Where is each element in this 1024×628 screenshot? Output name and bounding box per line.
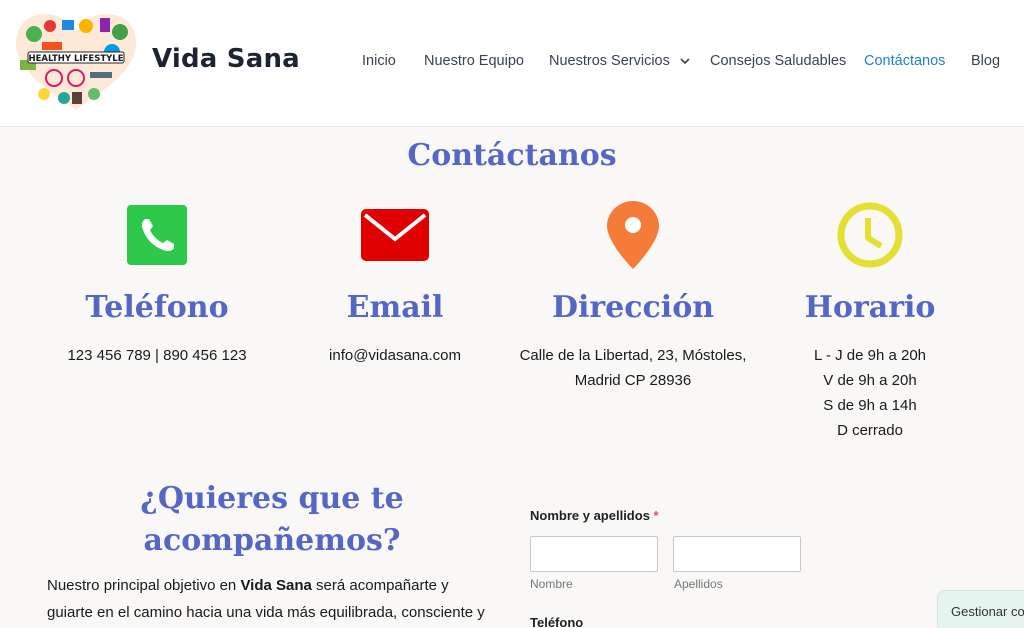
- info-address-line: Madrid CP 28936: [574, 372, 692, 389]
- cta-title: ¿Quieres que te acompañemos?: [60, 478, 484, 562]
- info-address-line: Calle de la Libertad, 23, Móstoles,: [519, 347, 747, 364]
- name-field-label: Nombre y apellidos *: [530, 508, 659, 523]
- phone-field-label: Teléfono: [530, 615, 584, 628]
- info-address-title: Dirección: [551, 290, 715, 325]
- info-email: Email info@vidasana.com: [275, 200, 515, 368]
- info-email-title: Email: [346, 290, 444, 325]
- nav-item-nuestros-servicios-label: Nuestros Servicios: [549, 53, 670, 69]
- cta-text-before: Nuestro principal objetivo en: [47, 577, 241, 594]
- required-mark: *: [653, 508, 659, 523]
- info-hours-line: S de 9h a 14h: [823, 397, 917, 414]
- nav-item-contactanos[interactable]: Contáctanos: [864, 53, 945, 69]
- info-email-line[interactable]: info@vidasana.com: [275, 343, 515, 368]
- info-phone-title: Teléfono: [85, 290, 229, 325]
- last-name-input[interactable]: [673, 536, 801, 572]
- cta-title-line: acompañemos?: [143, 523, 401, 558]
- name-field-label-text: Nombre y apellidos: [530, 508, 650, 523]
- nav-item-consejos-saludables[interactable]: Consejos Saludables: [710, 53, 846, 69]
- cta-title-line: ¿Quieres que te: [140, 481, 404, 516]
- info-hours-line: V de 9h a 20h: [823, 372, 917, 389]
- nav-item-blog[interactable]: Blog: [971, 53, 1000, 69]
- clock-icon: [837, 202, 903, 268]
- chevron-down-icon: [680, 58, 690, 64]
- info-hours-title: Horario: [804, 290, 936, 325]
- last-name-sublabel: Apellidos: [674, 577, 723, 591]
- nav-item-nuestro-equipo[interactable]: Nuestro Equipo: [424, 53, 524, 69]
- info-hours: Horario L - J de 9h a 20h V de 9h a 20h …: [750, 200, 990, 443]
- info-email-text: info@vidasana.com: [275, 343, 515, 368]
- email-icon: [361, 209, 429, 261]
- info-phone-line[interactable]: 123 456 789 | 890 456 123: [37, 343, 277, 368]
- cta-text-brand: Vida Sana: [240, 577, 312, 594]
- cta-paragraph: Nuestro principal objetivo en Vida Sana …: [47, 572, 497, 628]
- info-phone-text: 123 456 789 | 890 456 123: [37, 343, 277, 368]
- site-header: HEALTHY LIFESTYLE Vida Sana Inicio Nuest…: [0, 0, 1024, 127]
- location-pin-icon: [607, 201, 659, 269]
- first-name-input[interactable]: [530, 536, 658, 572]
- info-phone: Teléfono 123 456 789 | 890 456 123: [37, 200, 277, 368]
- info-hours-text: L - J de 9h a 20h V de 9h a 20h S de 9h …: [750, 343, 990, 443]
- phone-icon: [127, 205, 187, 265]
- page-title: Contáctanos: [407, 138, 617, 173]
- nav-item-nuestros-servicios[interactable]: Nuestros Servicios: [549, 53, 690, 69]
- info-hours-line: D cerrado: [837, 422, 903, 439]
- first-name-sublabel: Nombre: [530, 577, 573, 591]
- info-address-text: Calle de la Libertad, 23, Móstoles, Madr…: [513, 343, 753, 393]
- manage-consent-button[interactable]: Gestionar co: [937, 590, 1024, 628]
- main-nav: Inicio Nuestro Equipo Nuestros Servicios…: [0, 53, 1024, 75]
- info-hours-line: L - J de 9h a 20h: [813, 347, 927, 364]
- nav-item-inicio[interactable]: Inicio: [362, 53, 396, 69]
- info-address: Dirección Calle de la Libertad, 23, Móst…: [513, 200, 753, 393]
